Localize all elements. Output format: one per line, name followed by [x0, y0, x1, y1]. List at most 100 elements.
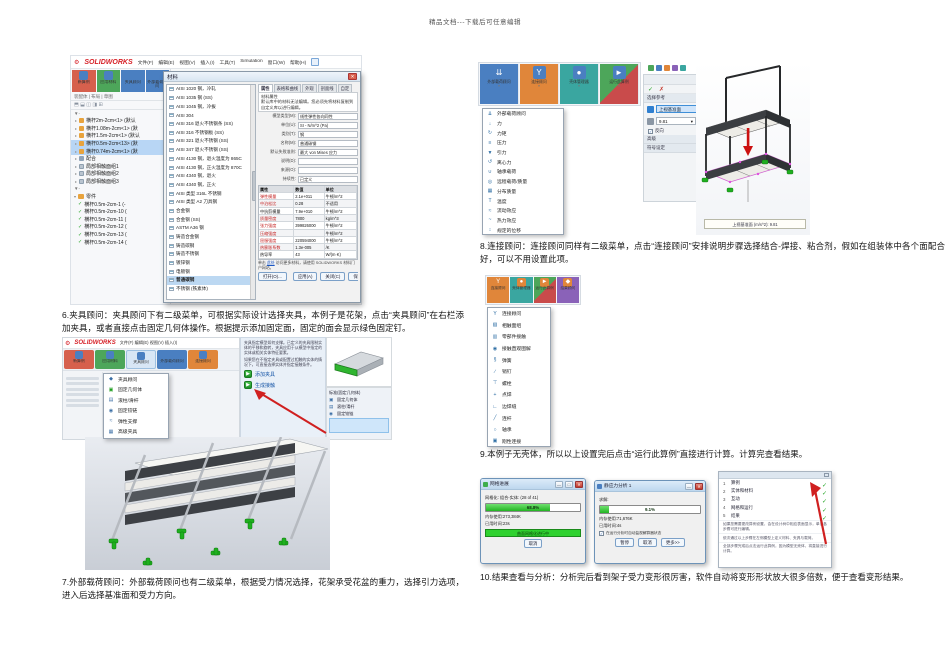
connection-menu-item[interactable]: ⊤ 螺栓 — [488, 378, 550, 390]
tab-icon[interactable] — [680, 65, 686, 71]
advisor-step-row[interactable]: 2 实体和材料 — [719, 487, 831, 495]
connection-menu-item[interactable]: Y 连接顾问 — [488, 308, 550, 320]
external-load-menu-item[interactable]: ≈ 流动效应 — [483, 206, 563, 216]
pause-button[interactable]: 暂停 — [615, 537, 635, 547]
external-load-menu-item[interactable]: ∪ 轴承载荷 — [483, 167, 563, 177]
tab-icon[interactable] — [656, 65, 662, 71]
advisor-step-row[interactable]: 4 网格和运行 — [719, 504, 831, 512]
material-list-item[interactable]: 镀锌钢 — [167, 259, 250, 268]
simulation-toolbar-button[interactable]: 应用材料 — [95, 350, 125, 369]
material-list-item[interactable]: 铸造合金钢 — [167, 233, 250, 242]
more-button[interactable]: 更多>> — [660, 537, 685, 547]
close-button[interactable]: 关闭(C) — [320, 272, 346, 282]
create-contact-button[interactable]: ▶ 生成接触 — [244, 381, 322, 390]
feature-tree-item[interactable]: 横杆1.5m-2cm<1> (默认 — [71, 132, 170, 140]
external-load-menu-item[interactable]: ◎ 远程载荷/质量 — [483, 177, 563, 187]
connection-menu-item[interactable]: ○ 轴承 — [488, 424, 550, 436]
open-button[interactable]: 打开(O)... — [258, 272, 287, 282]
chevron-down-icon[interactable]: ▾ — [498, 84, 500, 88]
chevron-down-icon[interactable]: ▾ — [618, 84, 620, 88]
dialog-tab[interactable]: 表格和曲线 — [273, 84, 302, 92]
part-tree-item[interactable]: 横杆0.5m-2cm-14 ( — [71, 238, 170, 246]
material-list-item[interactable]: AISI 1035 钢 (SS) — [167, 94, 250, 103]
material-list-item[interactable]: AISI 1020 钢，冷轧 — [167, 85, 250, 94]
menubar-item[interactable]: 视图(V) — [179, 59, 195, 66]
add-fixture-button[interactable]: ▶ 添加夹具 — [244, 370, 322, 379]
filter-row[interactable]: ▼- — [71, 110, 170, 117]
scrollbar[interactable] — [250, 85, 255, 299]
feature-tree-item[interactable]: 配合 — [71, 155, 170, 163]
connection-menu-item[interactable]: ▧ 相触面组 — [488, 320, 550, 332]
feature-tree-item[interactable]: 局部相触面组1 — [71, 163, 170, 171]
new-document-icon[interactable] — [311, 58, 320, 66]
connection-menu-item[interactable]: ▥ 零部件接触 — [488, 331, 550, 343]
chevron-down-icon[interactable]: ▾ — [578, 84, 580, 88]
external-load-menu-item[interactable]: T 温度 — [483, 196, 563, 206]
simulation-toolbar-button[interactable]: 连接顾问 — [188, 350, 218, 369]
field-value[interactable]: 钢 — [298, 130, 358, 138]
feature-tree-item[interactable]: 局部相触面组2 — [71, 170, 170, 178]
dialog-tab[interactable]: 属性 — [258, 84, 273, 92]
part-tree-item[interactable]: 横杆0.5m-2cm-10 ( — [71, 208, 170, 216]
external-load-menu-item[interactable]: ↻ 力矩 — [483, 128, 563, 138]
part-tree-item[interactable]: 横杆0.5m-2cm-12 ( — [71, 223, 170, 231]
simulation-toolbar-button[interactable]: ► 运行此算例 — [533, 277, 556, 303]
tab-icon[interactable] — [648, 65, 654, 71]
simulation-toolbar-button[interactable]: 夹具顾问 — [121, 70, 145, 92]
external-load-menu-item[interactable]: ↓ 力 — [483, 119, 563, 129]
tab-icon[interactable] — [664, 65, 670, 71]
feature-tree-item[interactable]: 横杆1.08m-2cm<1> (默 — [71, 125, 170, 133]
external-load-menu-item[interactable]: ~ 热力效应 — [483, 216, 563, 226]
simulation-toolbar-button[interactable]: Y 连接顾问 — [487, 277, 510, 303]
filter-row-2[interactable]: ▼- — [71, 185, 170, 192]
advisor-step-row[interactable]: 3 互动 — [719, 495, 831, 503]
field-value[interactable] — [298, 166, 358, 174]
feature-tree-item[interactable]: 横杆0.5m-2cm<13> (默 — [71, 139, 170, 148]
material-list-item[interactable]: 电镀钢 — [167, 267, 250, 276]
simulation-toolbar-button[interactable]: 外部载荷顾问 — [157, 350, 187, 369]
cancel-icon[interactable]: ✗ — [659, 86, 664, 93]
fixture-type-item[interactable]: ▣ 固定几何体 — [329, 396, 389, 403]
maximize-icon[interactable]: □ — [565, 480, 573, 488]
fixture-menu-item[interactable]: ▦ 高级夹具 — [104, 427, 168, 438]
external-load-menu-item[interactable]: ≡ 压力 — [483, 138, 563, 148]
cancel-button[interactable]: 取消 — [638, 537, 657, 547]
simulation-toolbar-button[interactable]: 应用材料 — [96, 70, 120, 92]
reverse-checkbox[interactable]: ✓ — [648, 128, 653, 134]
close-icon[interactable]: ✕ — [348, 73, 357, 80]
tab-icon[interactable] — [672, 65, 678, 71]
material-list-item[interactable]: AISI 类型 316L 不锈钢 — [167, 189, 250, 198]
feature-tree-item[interactable]: 局部相触面组3 — [71, 178, 170, 186]
scrollbar-thumb[interactable] — [251, 170, 255, 201]
simulation-toolbar-button[interactable]: ► 运行此算例 ▾ — [600, 64, 639, 104]
simulation-toolbar-button[interactable]: 新算例 — [72, 70, 96, 92]
connection-menu-item[interactable]: § 弹簧 — [488, 354, 550, 366]
material-list-item[interactable]: AISI 1045 钢，冷拔 — [167, 102, 250, 111]
simulation-toolbar-button[interactable]: ◆ 结果顾问 — [556, 277, 579, 303]
connection-menu-item[interactable]: + 点焊 — [488, 389, 550, 401]
feature-tree-item[interactable]: 横杆2m-2cm<1> (默认 — [71, 117, 170, 125]
menubar-item[interactable]: 插入(I) — [200, 59, 214, 66]
close-icon[interactable]: ✕ — [695, 482, 703, 490]
connection-menu-item[interactable]: ∟ 边焊缝 — [488, 401, 550, 413]
connection-menu-item[interactable]: ╱ 连杆 — [488, 412, 550, 424]
solver-status-checkbox[interactable]: ✓ — [599, 530, 604, 536]
menubar-item[interactable]: 帮助(H) — [290, 59, 306, 66]
part-tree-item[interactable]: 横杆0.5m-2cm-13 ( — [71, 231, 170, 239]
material-list-item[interactable]: 铸造不锈钢 — [167, 250, 250, 259]
minimize-icon[interactable]: — — [685, 482, 693, 490]
fixture-menu-item[interactable]: ≈ 弹性支撑 — [104, 416, 168, 427]
material-list-item[interactable]: AISI 4340 钢，退火 — [167, 172, 250, 181]
fixture-menu-item[interactable]: ◆ 夹具顾问 — [104, 374, 168, 385]
external-load-menu-item[interactable]: ↺ 离心力 — [483, 157, 563, 167]
apply-button[interactable]: 应用(A) — [292, 272, 318, 282]
simulation-toolbar-button[interactable]: ● 壳体管理器 ▾ — [560, 64, 599, 104]
part-tree-item[interactable]: 横杆0.5m-2cm-1 (- — [71, 200, 170, 208]
material-list-item[interactable]: ASTM A36 钢 — [167, 224, 250, 233]
menubar-item[interactable]: 编辑(E) — [158, 59, 174, 66]
menubar-item[interactable]: 工具(T) — [219, 59, 235, 66]
selection-box[interactable] — [329, 418, 389, 433]
material-list-item[interactable]: 不锈钢 (铁素体) — [167, 285, 250, 294]
fixture-type-item[interactable]: ◉ 固定铰链 — [329, 410, 389, 417]
simulation-toolbar-button[interactable]: ⇊ 外部载荷顾问 ▾ — [480, 64, 519, 104]
